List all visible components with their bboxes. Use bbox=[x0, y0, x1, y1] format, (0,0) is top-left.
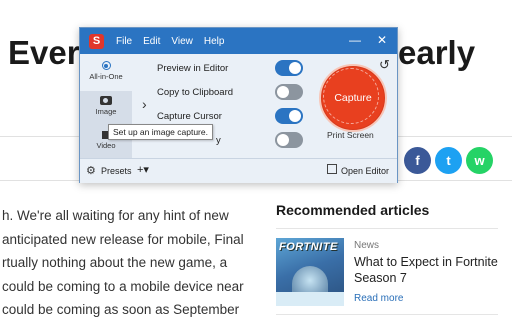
capture-cursor-toggle[interactable] bbox=[275, 108, 303, 124]
minimize-button[interactable]: — bbox=[348, 33, 362, 47]
tooltip: Set up an image capture. bbox=[108, 124, 213, 140]
article-category: News bbox=[354, 240, 380, 251]
capture-button[interactable]: Capture bbox=[319, 64, 387, 132]
article-headline-left: Ever bbox=[8, 34, 80, 71]
menu-edit[interactable]: Edit bbox=[143, 36, 160, 47]
close-button[interactable]: ✕ bbox=[375, 33, 389, 47]
menu-file[interactable]: File bbox=[116, 36, 132, 47]
article-line: anticipated new release for mobile, Fina… bbox=[2, 231, 244, 247]
bottom-bar: ⚙ Presets +▾ Open Editor bbox=[80, 158, 397, 183]
chevron-right-icon[interactable]: › bbox=[142, 96, 147, 112]
twitter-share-button[interactable]: t bbox=[435, 147, 462, 174]
recommended-article-link[interactable]: What to Expect in Fortnite Season 7 bbox=[354, 254, 504, 286]
mode-image[interactable]: Image bbox=[80, 91, 132, 126]
snow-ground bbox=[276, 292, 344, 306]
mode-label: Video bbox=[96, 141, 116, 150]
article-body: h. We're all waiting for any hint of new… bbox=[2, 204, 252, 322]
article-line: could be coming to a mobile device near bbox=[2, 278, 244, 294]
preview-in-editor-toggle[interactable] bbox=[275, 60, 303, 76]
article-line: could be coming as soon as September bbox=[2, 302, 240, 317]
snagit-logo-icon: S bbox=[89, 33, 104, 49]
shortcut-label: Print Screen bbox=[327, 130, 374, 140]
divider bbox=[276, 228, 498, 229]
add-preset-button[interactable]: +▾ bbox=[137, 163, 149, 176]
option-toggle[interactable] bbox=[275, 132, 303, 148]
mode-label: Image bbox=[95, 107, 117, 116]
open-editor-icon bbox=[327, 164, 337, 174]
reset-icon[interactable]: ↺ bbox=[379, 57, 390, 73]
recommended-articles-title: Recommended articles bbox=[276, 202, 430, 218]
mode-all-in-one[interactable]: All-in-One bbox=[80, 56, 132, 91]
whatsapp-share-button[interactable]: w bbox=[466, 147, 493, 174]
facebook-share-button[interactable]: f bbox=[404, 147, 431, 174]
open-editor-button[interactable]: Open Editor bbox=[341, 166, 389, 176]
article-headline-right: early bbox=[398, 34, 476, 71]
copy-to-clipboard-toggle[interactable] bbox=[275, 84, 303, 100]
option-label: Preview in Editor bbox=[157, 63, 229, 74]
option-label: y bbox=[216, 135, 221, 146]
title-bar[interactable]: S File Edit View Help — ✕ bbox=[80, 28, 397, 54]
gear-icon[interactable]: ⚙ bbox=[86, 164, 96, 177]
capture-mode-sidebar: All-in-One Image Video bbox=[80, 54, 132, 161]
menu-help[interactable]: Help bbox=[204, 36, 225, 47]
radio-selected-icon bbox=[101, 61, 111, 70]
camera-icon bbox=[100, 96, 112, 105]
option-label: Capture Cursor bbox=[157, 111, 222, 122]
thumbnail-logo-text: FORTNITE bbox=[279, 241, 338, 253]
option-label: Copy to Clipboard bbox=[157, 87, 234, 98]
read-more-link[interactable]: Read more bbox=[354, 293, 403, 304]
article-line: h. We're all waiting for any hint of new bbox=[2, 208, 229, 223]
presets-button[interactable]: Presets bbox=[101, 166, 132, 176]
article-thumbnail[interactable]: FORTNITE bbox=[276, 238, 344, 306]
divider bbox=[276, 314, 498, 315]
mode-label: All-in-One bbox=[89, 72, 123, 81]
menu-view[interactable]: View bbox=[171, 36, 193, 47]
article-line: rtually nothing about the new game, a bbox=[2, 255, 228, 270]
capture-window: S File Edit View Help — ✕ All-in-One Ima… bbox=[79, 27, 398, 183]
